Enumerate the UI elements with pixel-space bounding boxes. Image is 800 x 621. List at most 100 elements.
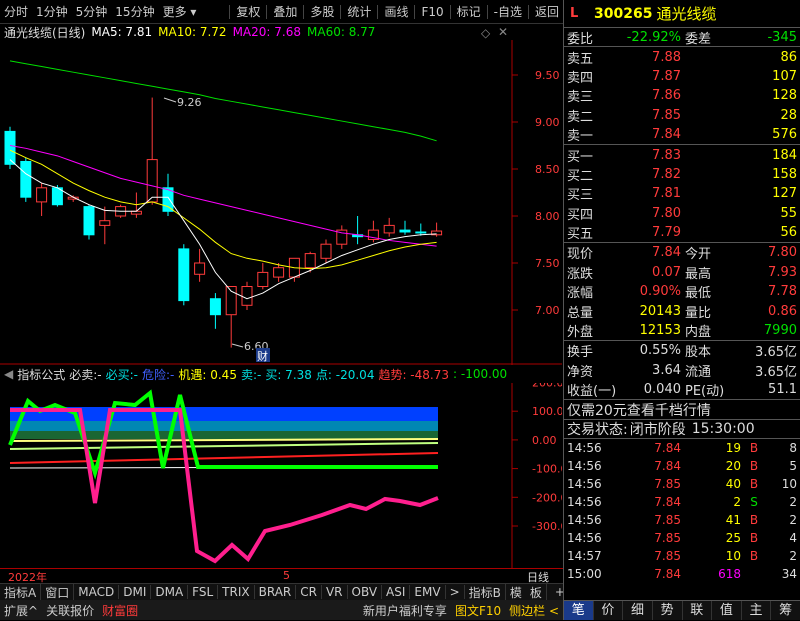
tab-macd[interactable]: MACD (74, 585, 120, 599)
tuwen-f10-button[interactable]: 图文F10 (451, 602, 505, 619)
candle[interactable] (194, 248, 206, 282)
quote-nav-tab[interactable]: 联 (683, 601, 713, 620)
stat-value: 0.040 (643, 382, 681, 398)
quote-nav-tab[interactable]: 价 (594, 601, 624, 620)
candle[interactable] (178, 244, 190, 306)
bid-row[interactable]: 买三 7.81 127 (564, 184, 800, 203)
tick-list[interactable]: 14:56 7.84 19 B 8 14:56 7.84 20 B 5 14:56 7.85 40 B 10… (564, 439, 800, 583)
month-label: 5 (283, 569, 290, 582)
duogu-button[interactable]: 多股 (306, 3, 338, 20)
biaoji-button[interactable]: 标记 (453, 3, 485, 20)
indicator-chart[interactable]: 200.0 100.0 0.00 -100.0 -200.0 -300.0 (0, 383, 562, 568)
collapse-icon[interactable]: ◀ (4, 367, 13, 381)
candle[interactable] (99, 206, 111, 245)
chevron-down-icon: ▾ (190, 5, 197, 19)
tab-zhibiao-a[interactable]: 指标A (0, 583, 42, 601)
tab-obv[interactable]: OBV (348, 585, 383, 599)
tick-count: 10 (781, 477, 797, 492)
candle[interactable] (383, 217, 395, 237)
bid-row[interactable]: 买一 7.83 184 (564, 145, 800, 165)
candle[interactable] (415, 223, 427, 236)
new-user-promo[interactable]: 新用户福利专享 (359, 602, 451, 619)
caifuquan-button[interactable]: 财富圈 (98, 602, 142, 619)
bid-row[interactable]: 买二 7.82 158 (564, 165, 800, 184)
candle[interactable] (320, 239, 332, 264)
tab-emv[interactable]: EMV (410, 585, 446, 599)
tabs-next-button[interactable]: > (446, 585, 465, 599)
promo-text[interactable]: 仅需20元查看千档行情 (564, 400, 711, 420)
book-price: 7.79 (652, 225, 681, 241)
fuquan-button[interactable]: 复权 (232, 3, 264, 20)
ask-row[interactable]: 卖五 7.88 86 (564, 47, 800, 67)
tab-brar[interactable]: BRAR (255, 585, 297, 599)
stats2-block: 换手 0.55% 股本 3.65亿 净资 3.64 流通 3.65亿 收益(一) 0.040 PE(… (564, 341, 800, 401)
tab-vr[interactable]: VR (322, 585, 348, 599)
candle[interactable] (336, 225, 348, 249)
indicator-name[interactable]: 指标公式 (17, 366, 65, 383)
tab-dma[interactable]: DMA (151, 585, 189, 599)
quote-nav-tab[interactable]: 笔 (564, 601, 594, 620)
candle[interactable] (367, 220, 379, 243)
candle[interactable] (36, 183, 48, 216)
ask-row[interactable]: 卖四 7.87 107 (564, 67, 800, 86)
ask-row[interactable]: 卖二 7.85 28 (564, 106, 800, 125)
candle[interactable] (20, 157, 32, 202)
jiyu-label: 机遇: 0.45 (178, 367, 237, 382)
back-button[interactable]: 返回 (531, 3, 563, 20)
ask-row[interactable]: 卖一 7.84 576 (564, 125, 800, 144)
book-volume: 158 (772, 166, 797, 182)
kline-chart[interactable]: 9.509.008.508.007.507.00 9.26 6.60 财 (0, 40, 562, 365)
candle[interactable] (352, 216, 364, 245)
candle[interactable] (83, 204, 95, 240)
bid-row[interactable]: 买五 7.79 56 (564, 223, 800, 242)
stat-row: 收益(一) 0.040 PE(动) 51.1 (564, 380, 800, 399)
y-tick-label: 9.00 (535, 116, 560, 129)
diejia-button[interactable]: 叠加 (269, 3, 301, 20)
tab-window[interactable]: 窗口 (41, 583, 75, 601)
quote-nav-tab[interactable]: 筹 (771, 601, 800, 620)
indicator-tabs: 指标A 窗口 MACD DMI DMA FSL TRIX BRAR CR VR … (0, 583, 596, 601)
candle[interactable] (241, 281, 253, 310)
candle[interactable] (146, 97, 158, 205)
f10-button[interactable]: F10 (417, 5, 447, 19)
tick-volume: 41 (725, 513, 741, 528)
close-icon[interactable]: ✕ (498, 25, 508, 39)
bid-row[interactable]: 买四 7.80 55 (564, 204, 800, 223)
candle[interactable] (209, 293, 221, 329)
huaxian-button[interactable]: 画线 (380, 3, 412, 20)
stat-label: 净资 (567, 364, 594, 380)
expand-button[interactable]: 扩展^ (0, 602, 42, 619)
quote-nav-tab[interactable]: 主 (742, 601, 772, 620)
trade-time: 15:30:00 (691, 421, 755, 437)
quote-nav-tab[interactable]: 势 (653, 601, 683, 620)
stat-label: 涨幅 (567, 286, 594, 302)
ask-row[interactable]: 卖三 7.86 128 (564, 86, 800, 105)
quote-nav-tab[interactable]: 细 (623, 601, 653, 620)
guanlian-button[interactable]: 关联报价 (42, 602, 98, 619)
tab-asi[interactable]: ASI (382, 585, 411, 599)
settings-icon[interactable]: ◇ (481, 26, 490, 40)
bimai2-label: 必买:- (105, 367, 138, 382)
candle[interactable] (225, 286, 237, 348)
promo-row[interactable]: 仅需20元查看千档行情 (564, 400, 800, 420)
zixuan-button[interactable]: -自选 (490, 3, 526, 20)
tab-dmi[interactable]: DMI (119, 585, 152, 599)
tab-5min[interactable]: 5分钟 (72, 3, 112, 20)
tab-fenshi[interactable]: 分时 (0, 3, 32, 20)
tab-ban[interactable]: 板 (526, 583, 547, 601)
tab-zhibiao-b[interactable]: 指标B (465, 583, 506, 601)
tab-trix[interactable]: TRIX (218, 585, 255, 599)
tab-more[interactable]: 更多 ▾ (159, 3, 201, 20)
tab-1min[interactable]: 1分钟 (32, 3, 72, 20)
tab-fsl[interactable]: FSL (188, 585, 219, 599)
sidebar-toggle[interactable]: 侧边栏 < (505, 602, 563, 619)
tab-cr[interactable]: CR (296, 585, 322, 599)
quote-nav-tab[interactable]: 值 (712, 601, 742, 620)
stat-label: 量比 (685, 305, 712, 321)
candle[interactable] (257, 263, 269, 290)
tongji-button[interactable]: 统计 (343, 3, 375, 20)
tab-15min[interactable]: 15分钟 (111, 3, 158, 20)
tab-mo[interactable]: 模 (506, 584, 526, 601)
candle[interactable] (399, 220, 411, 235)
stat-value: 7.78 (768, 284, 797, 300)
